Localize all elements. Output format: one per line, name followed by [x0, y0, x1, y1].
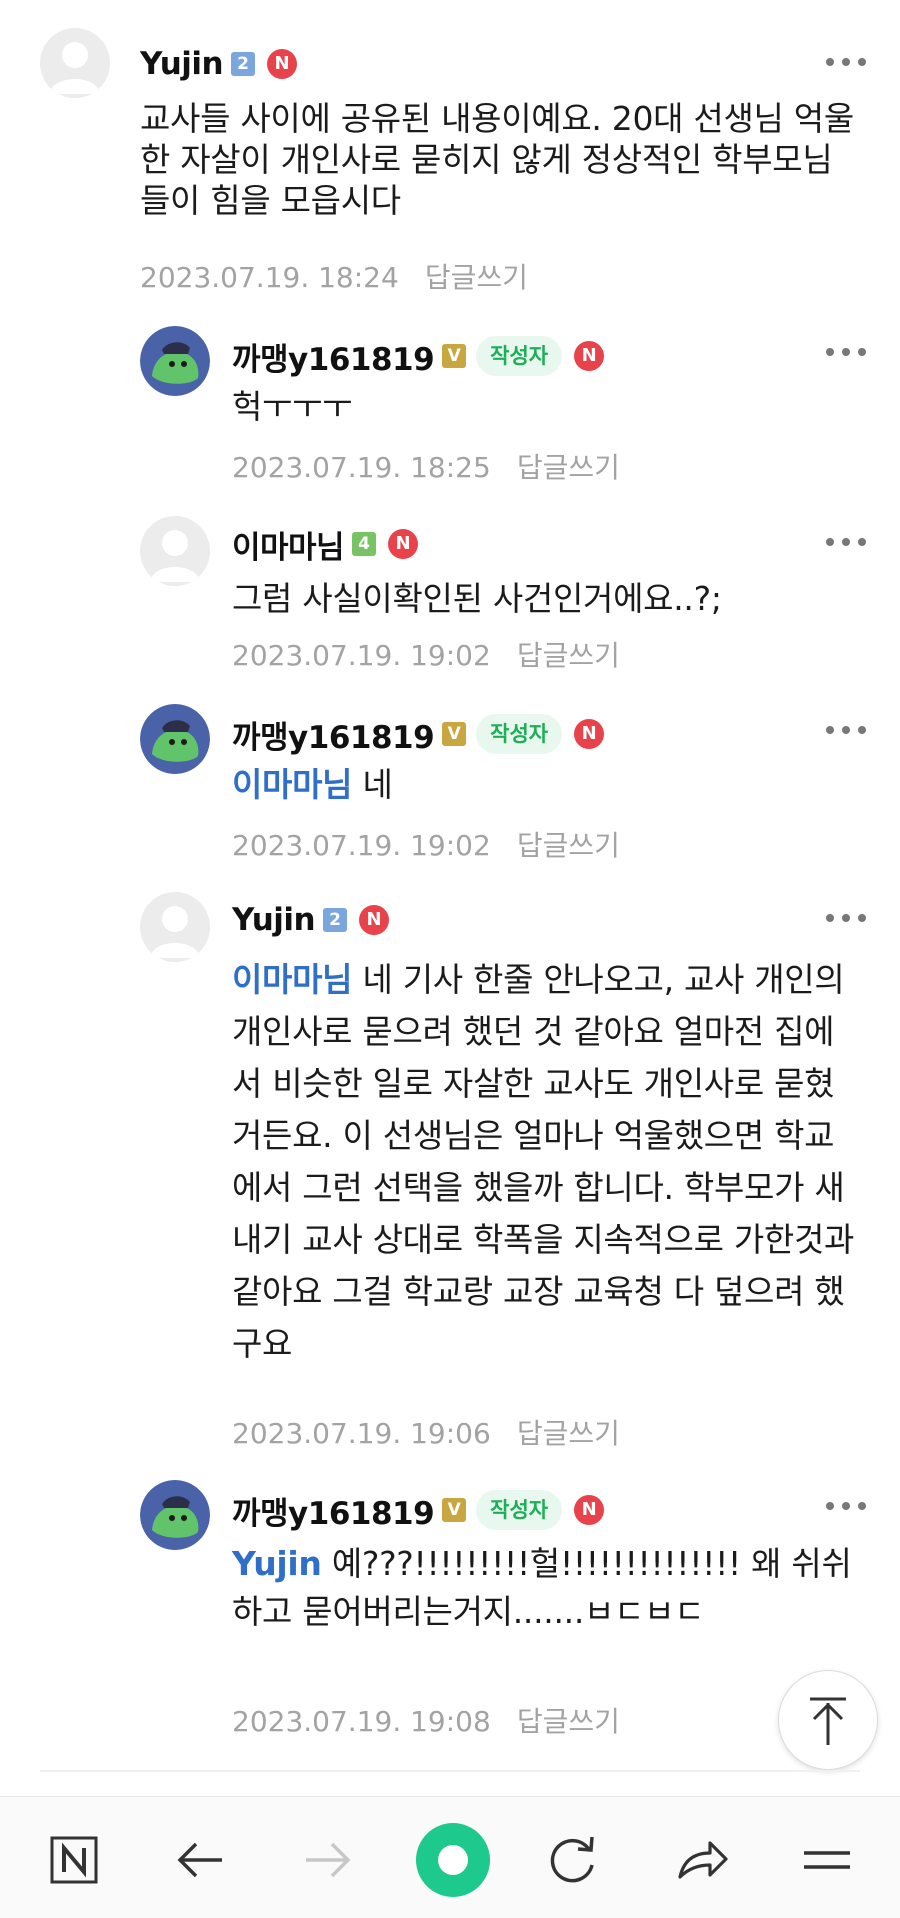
comment-meta: 2023.07.19. 19:08 답글쓰기 [232, 1700, 620, 1740]
arrow-up-to-top-icon [810, 1697, 846, 1745]
comment-date: 2023.07.19. 19:08 [232, 1705, 491, 1738]
more-options-icon[interactable] [826, 1496, 866, 1516]
green-dot-home-icon[interactable] [410, 1817, 496, 1903]
comment-text: Yujin 예???!!!!!!!!!헐!!!!!!!!!!!!!! 왜 쉬쉬하… [232, 1544, 852, 1631]
comment-page: Yujin 2 N 교사들 사이에 공유된 내용이예요. 20대 선생님 억울한… [0, 0, 900, 1918]
refresh-icon[interactable] [538, 1825, 608, 1895]
avatar[interactable] [140, 1480, 210, 1550]
naver-home-icon[interactable] [40, 1825, 110, 1895]
back-arrow-icon[interactable] [166, 1825, 236, 1895]
divider [40, 1770, 860, 1772]
comment-header: 까맹y161819 V 작성자 N [232, 1488, 605, 1533]
menu-icon[interactable] [792, 1825, 862, 1895]
nickname[interactable]: 까맹y161819 [232, 1488, 435, 1533]
author-badge: 작성자 [476, 1490, 563, 1530]
bottom-navigation-bar [0, 1796, 900, 1918]
comment-item: 까맹y161819 V 작성자 N Yujin 예???!!!!!!!!!헐!!… [0, 0, 900, 1760]
forward-arrow-icon [292, 1825, 362, 1895]
reply-button[interactable]: 답글쓰기 [517, 1705, 620, 1738]
new-badge: N [574, 1495, 605, 1525]
scroll-top-button[interactable] [778, 1670, 878, 1770]
level-badge: V [442, 1498, 467, 1522]
mention-link[interactable]: Yujin [232, 1544, 322, 1583]
share-icon[interactable] [666, 1825, 736, 1895]
